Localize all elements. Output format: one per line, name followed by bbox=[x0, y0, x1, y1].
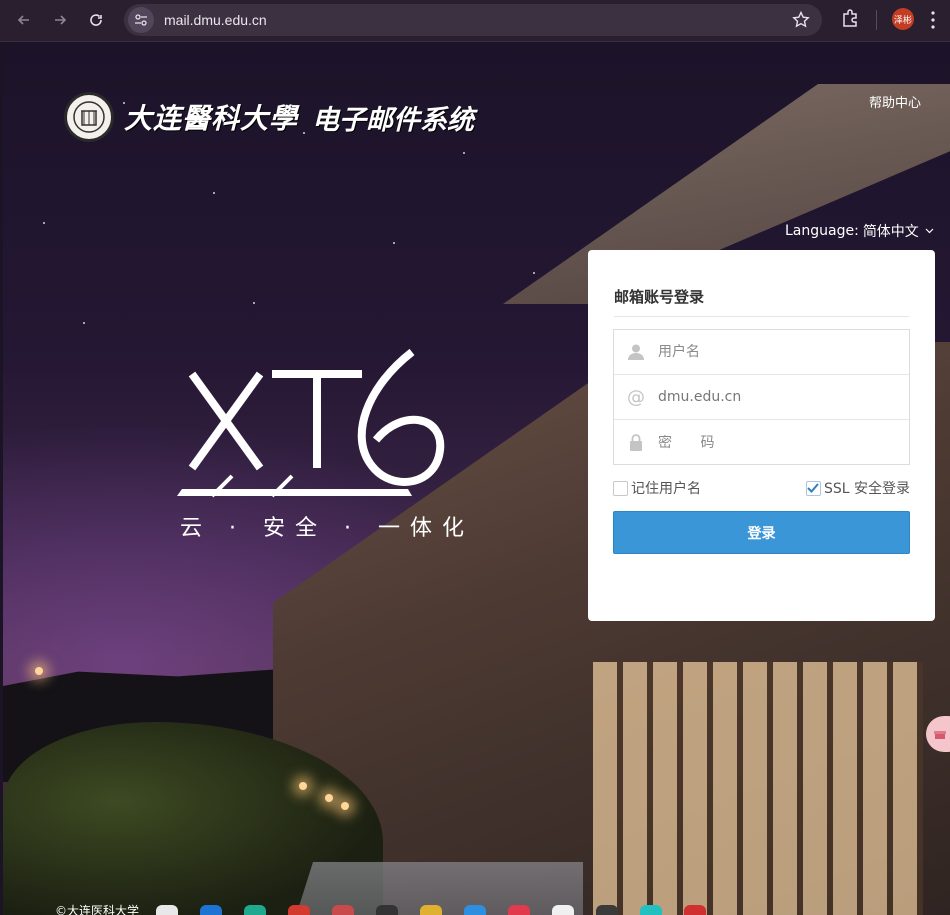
ssl-login-option[interactable]: SSL 安全登录 bbox=[805, 478, 910, 498]
site-info-icon bbox=[135, 14, 147, 26]
taskbar-strip bbox=[150, 905, 850, 915]
browser-toolbar: mail.dmu.edu.cn 泽彬 bbox=[0, 0, 950, 42]
checkmark-icon bbox=[807, 483, 820, 493]
domain-select[interactable]: dmu.edu.cn bbox=[658, 389, 741, 405]
forward-arrow-icon bbox=[55, 15, 67, 25]
language-selector[interactable]: Language: 简体中文 bbox=[785, 221, 934, 241]
title-divider bbox=[614, 316, 909, 317]
xt6-logo bbox=[177, 348, 445, 498]
gift-icon bbox=[934, 731, 946, 739]
login-panel: 邮箱账号登录 @ dmu.edu.cn 记住用户名 S bbox=[588, 250, 935, 621]
university-logo: 大连醫科大學 电子邮件系统 bbox=[64, 92, 474, 142]
username-input[interactable] bbox=[658, 344, 888, 360]
profile-avatar[interactable]: 泽彬 bbox=[892, 8, 914, 30]
system-name: 电子邮件系统 bbox=[312, 104, 475, 136]
help-center-link[interactable]: 帮助中心 bbox=[869, 92, 921, 111]
copyright-text: ©大连医科大学 bbox=[55, 904, 140, 915]
back-button[interactable] bbox=[10, 6, 38, 34]
remember-username-label: 记住用户名 bbox=[631, 481, 701, 497]
taskbar-app-icon[interactable] bbox=[288, 905, 310, 915]
taskbar-app-icon[interactable] bbox=[552, 905, 574, 915]
login-options: 记住用户名 SSL 安全登录 bbox=[613, 478, 910, 498]
password-row bbox=[614, 420, 909, 465]
taskbar-app-icon[interactable] bbox=[376, 905, 398, 915]
taskbar-app-icon[interactable] bbox=[244, 905, 266, 915]
extensions-icon[interactable] bbox=[840, 8, 860, 28]
lock-icon bbox=[614, 434, 658, 451]
product-tagline: 云 · 安全 · 一体化 bbox=[180, 516, 474, 541]
taskbar-app-icon[interactable] bbox=[464, 905, 486, 915]
taskbar-app-icon[interactable] bbox=[156, 905, 178, 915]
star-icon[interactable] bbox=[792, 11, 810, 29]
browser-menu-icon[interactable] bbox=[930, 8, 936, 32]
taskbar-app-icon[interactable] bbox=[200, 905, 222, 915]
remember-username-option[interactable]: 记住用户名 bbox=[613, 478, 701, 498]
username-row bbox=[614, 330, 909, 375]
login-fields: @ dmu.edu.cn bbox=[613, 329, 910, 465]
university-seal-icon bbox=[64, 92, 114, 142]
user-icon bbox=[614, 343, 658, 361]
language-value: 简体中文 bbox=[862, 224, 919, 240]
back-arrow-icon bbox=[17, 15, 29, 25]
login-button[interactable]: 登录 bbox=[613, 511, 910, 554]
password-input[interactable] bbox=[658, 434, 888, 451]
reload-icon bbox=[90, 14, 102, 26]
reload-button[interactable] bbox=[82, 6, 110, 34]
chevron-down-icon bbox=[925, 228, 934, 234]
login-title: 邮箱账号登录 bbox=[614, 288, 705, 306]
ssl-login-checkbox[interactable] bbox=[805, 480, 821, 496]
taskbar-app-icon[interactable] bbox=[420, 905, 442, 915]
taskbar-app-icon[interactable] bbox=[596, 905, 618, 915]
toolbar-divider bbox=[876, 10, 877, 30]
taskbar-app-icon[interactable] bbox=[684, 905, 706, 915]
domain-row: @ dmu.edu.cn bbox=[614, 375, 909, 420]
address-url[interactable]: mail.dmu.edu.cn bbox=[164, 12, 267, 28]
forward-button[interactable] bbox=[46, 6, 74, 34]
taskbar-app-icon[interactable] bbox=[640, 905, 662, 915]
taskbar-app-icon[interactable] bbox=[508, 905, 530, 915]
language-label: Language: bbox=[785, 223, 859, 239]
university-name: 大连醫科大學 bbox=[124, 102, 299, 135]
at-sign-icon: @ bbox=[627, 386, 645, 408]
ssl-login-label: SSL 安全登录 bbox=[823, 481, 910, 497]
remember-username-checkbox[interactable] bbox=[613, 480, 628, 496]
taskbar-app-icon[interactable] bbox=[332, 905, 354, 915]
site-info-button[interactable] bbox=[128, 7, 154, 33]
address-bar[interactable]: mail.dmu.edu.cn bbox=[124, 4, 822, 36]
